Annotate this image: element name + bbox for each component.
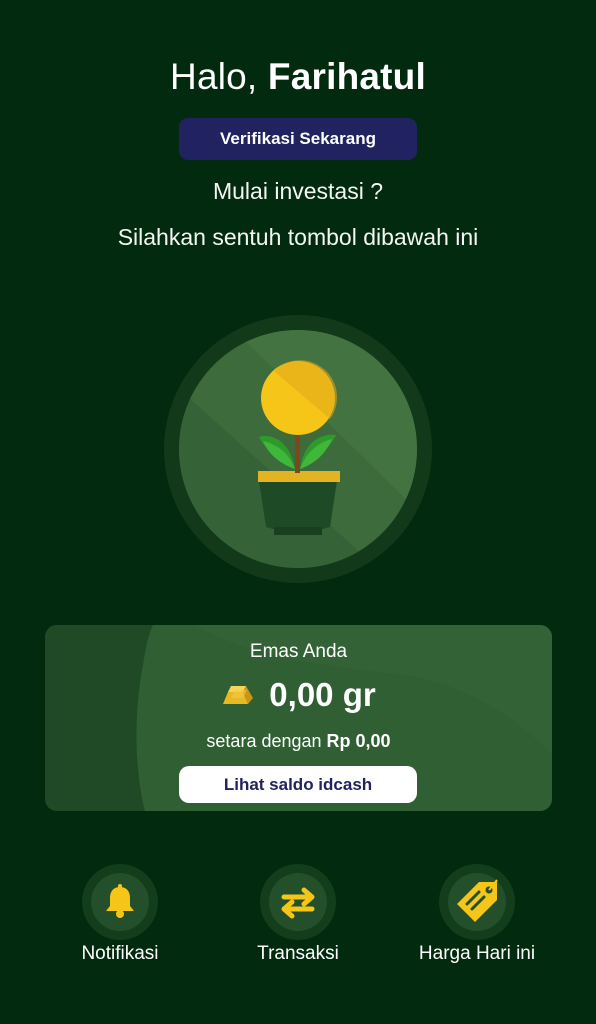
equivalent-prefix: setara dengan: [206, 731, 322, 751]
nav-item-notifications[interactable]: Notifikasi: [40, 864, 200, 965]
user-name: Farihatul: [267, 56, 426, 97]
nav-item-today-price[interactable]: Harga Hari ini: [397, 864, 557, 965]
gold-equivalent: setara dengan Rp 0,00: [45, 731, 552, 752]
greeting-prefix: Halo,: [170, 56, 258, 97]
swap-arrows-icon: [281, 887, 315, 919]
nav-label-notifications: Notifikasi: [81, 943, 159, 964]
price-tag-icon: [457, 879, 498, 922]
view-idcash-balance-button[interactable]: Lihat saldo idcash: [179, 766, 417, 803]
bell-icon: [106, 884, 134, 918]
gold-amount: 0,00 gr: [269, 676, 376, 713]
start-invest-button[interactable]: [164, 315, 432, 583]
equivalent-value: Rp 0,00: [326, 731, 391, 751]
nav-label-today-price: Harga Hari ini: [418, 943, 536, 964]
subtitle-instruction: Silahkan sentuh tombol dibawah ini: [117, 224, 479, 250]
nav-icon-ring: [439, 864, 515, 940]
nav-icon-bg: [448, 873, 506, 931]
nav-icon-bg: [269, 873, 327, 931]
nav-icon-bg: [91, 873, 149, 931]
nav-icon-ring: [260, 864, 336, 940]
gold-amount-row: 0,00 gr: [45, 673, 552, 717]
verify-now-button[interactable]: Verifikasi Sekarang: [179, 118, 417, 160]
nav-item-transactions[interactable]: Transaksi: [218, 864, 378, 965]
plant-coin-icon: [164, 315, 432, 583]
nav-icon-ring: [82, 864, 158, 940]
subtitle-question: Mulai investasi ?: [212, 178, 384, 204]
nav-label-transactions: Transaksi: [257, 943, 339, 964]
gold-bar-icon: [223, 686, 254, 704]
gold-balance-card: Emas Anda 0,00 gr setara dengan Rp 0,00 …: [45, 625, 552, 811]
gold-label: Emas Anda: [249, 641, 348, 662]
greeting-title: Halo, Farihatul: [0, 56, 596, 98]
